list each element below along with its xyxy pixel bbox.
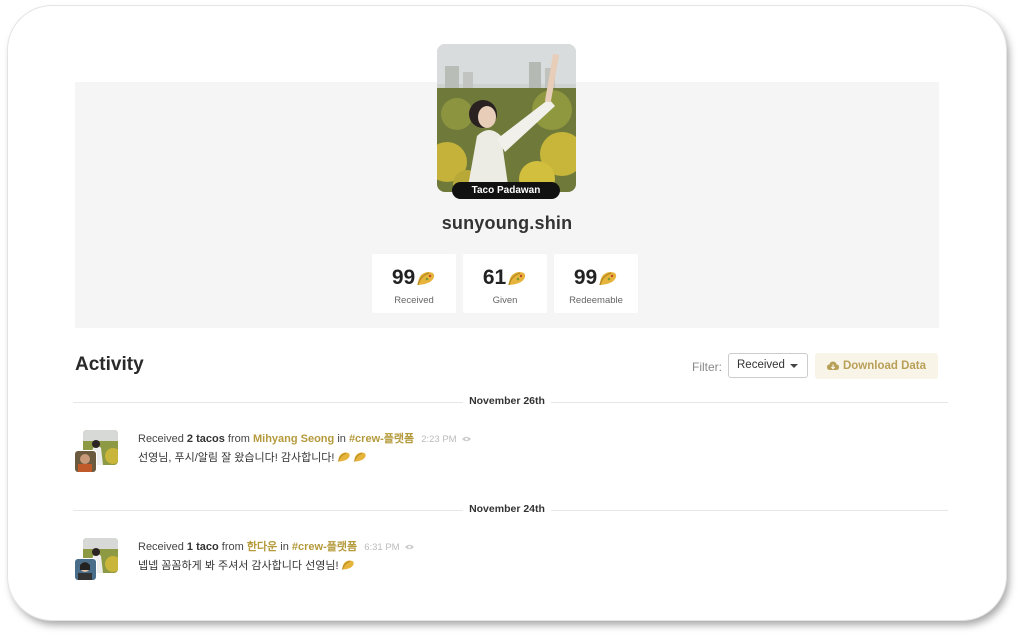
sender-avatar [74,450,97,473]
app-window: Taco Padawan sunyoung.shin 99 Received 6… [8,6,1006,620]
activity-title: Activity [75,354,144,375]
stat-label: Redeemable [569,295,623,306]
timestamp: 2:23 PM [421,434,457,445]
taco-icon [599,271,617,285]
channel-link[interactable]: #crew-플랫폼 [349,433,414,445]
date-label: November 24th [8,503,1006,515]
taco-icon [337,452,350,462]
rank-badge: Taco Padawan [452,182,560,199]
filter-value: Received [737,359,785,371]
stat-value: 99 [573,266,598,289]
feed-summary: Received 1 taco from 한다운 in #crew-플랫폼 6:… [138,538,414,554]
filter-label: Filter: [692,360,722,374]
sender-avatar [74,558,97,581]
taco-icon [341,560,354,570]
stat-redeemable: 99 Redeemable [554,254,638,313]
stat-label: Received [394,295,434,306]
download-data-button[interactable]: Download Data [815,353,938,379]
caret-down-icon [790,364,798,368]
sender-link[interactable]: 한다운 [247,541,277,553]
filter-dropdown[interactable]: Received [728,353,808,378]
cloud-download-icon [826,361,839,370]
channel-link[interactable]: #crew-플랫폼 [292,541,357,553]
sender-link[interactable]: Mihyang Seong [253,433,334,445]
stat-value: 99 [391,266,416,289]
stat-given: 61 Given [463,254,547,313]
eye-icon[interactable] [404,544,414,550]
stat-label: Given [492,295,518,306]
taco-icon [417,271,435,285]
stat-received: 99 Received [372,254,456,313]
feed-summary: Received 2 tacos from Mihyang Seong in #… [138,430,471,446]
profile-photo [437,44,576,192]
timestamp: 6:31 PM [364,542,400,553]
feed-message: 넵넵 꼼꼼하게 봐 주셔서 감사합니다 선영님! [138,557,355,573]
date-label: November 26th [8,395,1006,407]
taco-icon [353,452,366,462]
taco-icon [508,271,526,285]
username: sunyoung.shin [441,213,573,233]
download-label: Download Data [842,360,927,372]
stat-value: 61 [482,266,507,289]
eye-icon[interactable] [461,436,471,442]
feed-message: 선영님, 푸시/알림 잘 왔습니다! 감사합니다! [138,449,367,465]
